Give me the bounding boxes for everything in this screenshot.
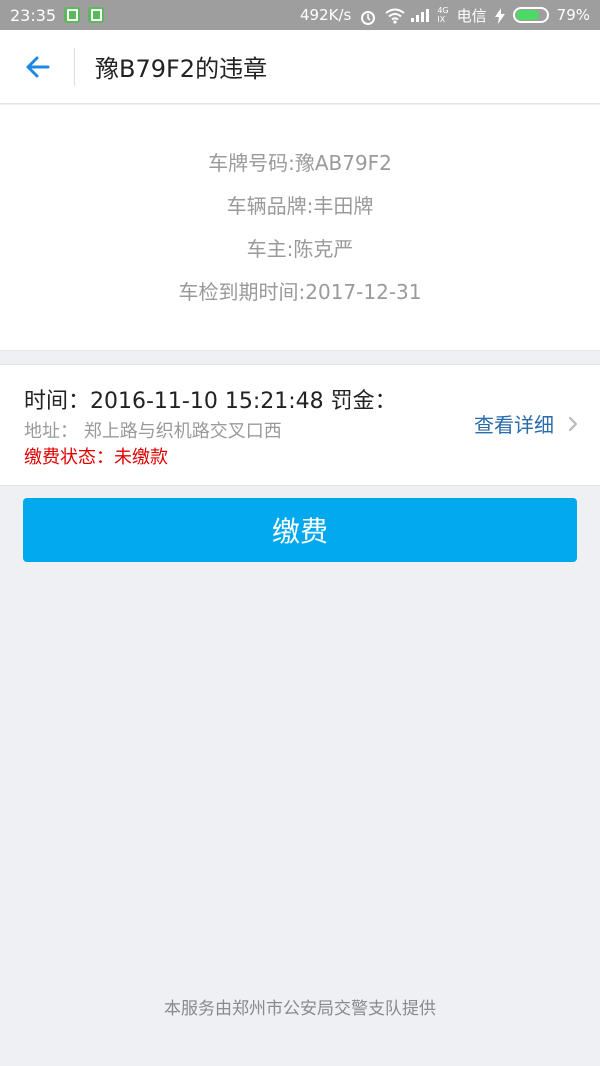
- payment-status-label: 缴费状态：: [24, 447, 114, 468]
- carrier-name: 电信: [456, 6, 487, 25]
- battery-fill: [515, 10, 540, 20]
- violation-time-fine: 时间：2016-11-10 15:21:48 罚金：: [24, 389, 397, 414]
- signal-type-top: 4G: [437, 6, 449, 15]
- payment-status: 缴费状态：未缴款: [24, 443, 168, 469]
- signal-type-bottom: IX: [437, 15, 446, 24]
- view-detail-link[interactable]: 查看详细: [474, 409, 578, 438]
- vehicle-owner: 车主:陈克严: [246, 236, 354, 261]
- signal-icon: [411, 8, 430, 22]
- plate-number: 车牌号码:豫AB79F2: [208, 150, 392, 175]
- chevron-right-icon: [568, 416, 578, 431]
- inspection-expiry: 车检到期时间:2017-12-31: [178, 279, 422, 304]
- app-notification-icon: [88, 7, 105, 23]
- status-bar: 23:35 492K/s 4G IX 电信 79%: [0, 0, 600, 30]
- vehicle-info-card: 车牌号码:豫AB79F2 车辆品牌:丰田牌 车主:陈克严 车检到期时间:2017…: [0, 105, 600, 351]
- app-notification-icon: [64, 7, 81, 23]
- battery-percent: 79%: [556, 6, 590, 24]
- charging-icon: [494, 8, 505, 24]
- arrow-left-icon: [26, 56, 50, 77]
- signal-type: 4G IX: [437, 6, 448, 24]
- address-value: 郑上路与织机路交叉口西: [83, 421, 282, 442]
- pay-button[interactable]: 缴费: [23, 498, 577, 562]
- status-time: 23:35: [10, 5, 57, 25]
- view-detail-label: 查看详细: [474, 413, 554, 437]
- violation-address: 地址： 郑上路与织机路交叉口西: [24, 417, 282, 443]
- payment-status-value: 未缴款: [114, 447, 168, 468]
- vehicle-brand: 车辆品牌:丰田牌: [226, 193, 374, 218]
- service-provider-note: 本服务由郑州市公安局交警支队提供: [164, 999, 436, 1019]
- header-divider: [74, 47, 75, 86]
- status-right: 492K/s 4G IX 电信 79%: [300, 5, 590, 26]
- page-title: 豫B79F2的违章: [95, 55, 268, 83]
- back-button[interactable]: [0, 30, 74, 104]
- violation-record[interactable]: 时间：2016-11-10 15:21:48 罚金： 地址： 郑上路与织机路交叉…: [0, 364, 600, 486]
- alarm-icon: [359, 8, 377, 25]
- net-speed: 492K/s: [300, 6, 352, 24]
- address-label: 地址：: [24, 421, 78, 442]
- wifi-icon: [385, 8, 405, 24]
- battery-icon: [512, 7, 549, 23]
- status-left: 23:35: [10, 5, 105, 25]
- app-header: 豫B79F2的违章: [0, 30, 600, 104]
